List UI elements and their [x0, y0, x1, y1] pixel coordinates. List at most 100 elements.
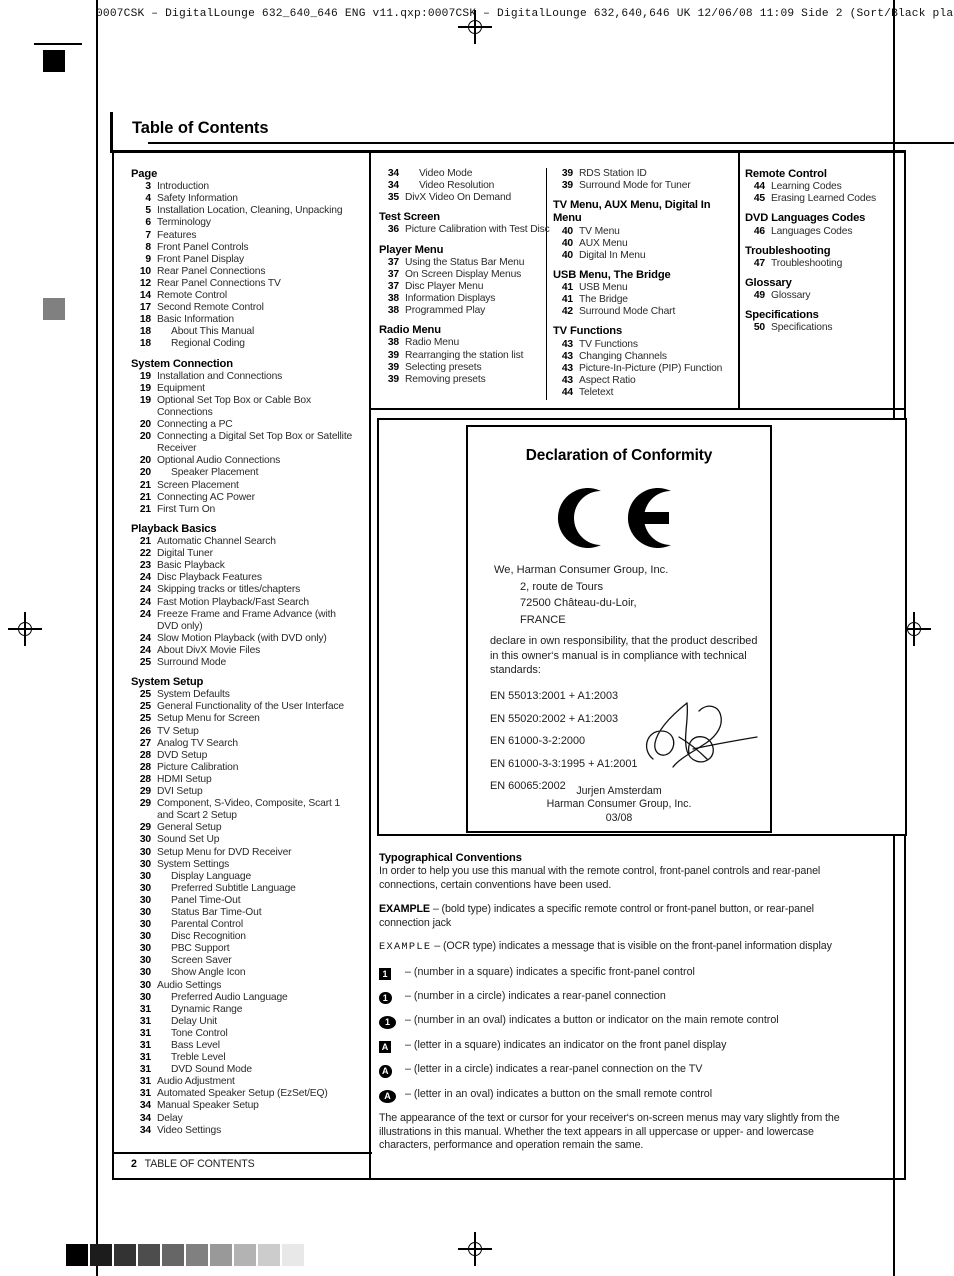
toc-entry[interactable]: 35 DivX Video On Demand — [379, 192, 551, 204]
toc-entry[interactable]: 43 Changing Channels — [553, 351, 739, 363]
toc-entry[interactable]: 37 Disc Player Menu — [379, 281, 551, 293]
toc-entry[interactable]: 27 Analog TV Search — [131, 738, 359, 750]
toc-entry[interactable]: 23 Basic Playback — [131, 560, 359, 572]
toc-entry[interactable]: 39 Removing presets — [379, 374, 551, 386]
toc-entry[interactable]: 40 TV Menu — [553, 226, 739, 238]
toc-entry[interactable]: 9 Front Panel Display — [131, 254, 359, 266]
toc-entry[interactable]: 34 Video Settings — [131, 1125, 359, 1137]
toc-entry[interactable]: 25 System Defaults — [131, 689, 359, 701]
toc-entry[interactable]: 30 Show Angle Icon — [131, 967, 359, 979]
toc-entry[interactable]: 30 Panel Time-Out — [131, 895, 359, 907]
toc-entry[interactable]: 43 Picture-In-Picture (PIP) Function — [553, 363, 739, 375]
toc-entry[interactable]: 41 USB Menu — [553, 282, 739, 294]
toc-entry[interactable]: 4 Safety Information — [131, 193, 359, 205]
toc-entry[interactable]: 39 Rearranging the station list — [379, 350, 551, 362]
toc-entry[interactable]: 21 Screen Placement — [131, 480, 359, 492]
toc-entry[interactable]: 38 Radio Menu — [379, 337, 551, 349]
toc-entry[interactable]: 25 Surround Mode — [131, 657, 359, 669]
toc-entry[interactable]: 29 DVI Setup — [131, 786, 359, 798]
toc-entry[interactable]: 31 Bass Level — [131, 1040, 359, 1052]
toc-entry[interactable]: 8 Front Panel Controls — [131, 242, 359, 254]
toc-entry[interactable]: 50 Specifications — [745, 322, 920, 334]
toc-entry[interactable]: 24 Disc Playback Features — [131, 572, 359, 584]
toc-entry[interactable]: 31 Delay Unit — [131, 1016, 359, 1028]
toc-entry[interactable]: 19 Equipment — [131, 383, 359, 395]
toc-entry[interactable]: 20 Connecting a Digital Set Top Box or Sa… — [131, 431, 359, 455]
toc-entry[interactable]: 21 Automatic Channel Search — [131, 536, 359, 548]
toc-entry[interactable]: 37 On Screen Display Menus — [379, 269, 551, 281]
toc-entry[interactable]: 49 Glossary — [745, 290, 920, 302]
toc-entry[interactable]: 26 TV Setup — [131, 726, 359, 738]
toc-entry[interactable]: 7 Features — [131, 230, 359, 242]
toc-entry[interactable]: 31 Treble Level — [131, 1052, 359, 1064]
toc-entry[interactable]: 47 Troubleshooting — [745, 258, 920, 270]
toc-entry[interactable]: 31 Tone Control — [131, 1028, 359, 1040]
toc-entry[interactable]: 38 Programmed Play — [379, 305, 551, 317]
toc-entry[interactable]: 39 Surround Mode for Tuner — [553, 180, 739, 192]
toc-entry[interactable]: 28 DVD Setup — [131, 750, 359, 762]
toc-entry[interactable]: 34 Delay — [131, 1113, 359, 1125]
toc-entry[interactable]: 30 Sound Set Up — [131, 834, 359, 846]
toc-entry[interactable]: 3 Introduction — [131, 181, 359, 193]
toc-entry[interactable]: 30 Preferred Audio Language — [131, 992, 359, 1004]
toc-entry[interactable]: 30 Display Language — [131, 871, 359, 883]
toc-entry[interactable]: 21 First Turn On — [131, 504, 359, 516]
toc-entry[interactable]: 40 Digital In Menu — [553, 250, 739, 262]
toc-entry[interactable]: 6 Terminology — [131, 217, 359, 229]
toc-entry[interactable]: 44 Learning Codes — [745, 181, 920, 193]
toc-entry[interactable]: 31 Dynamic Range — [131, 1004, 359, 1016]
toc-entry[interactable]: 28 HDMI Setup — [131, 774, 359, 786]
toc-entry[interactable]: 40 AUX Menu — [553, 238, 739, 250]
toc-entry[interactable]: 10 Rear Panel Connections — [131, 266, 359, 278]
toc-entry[interactable]: 5 Installation Location, Cleaning, Unpack… — [131, 205, 359, 217]
toc-entry[interactable]: 31 Automated Speaker Setup (EzSet/EQ) — [131, 1088, 359, 1100]
toc-entry[interactable]: 41 The Bridge — [553, 294, 739, 306]
toc-entry[interactable]: 14 Remote Control — [131, 290, 359, 302]
toc-entry[interactable]: 30 Setup Menu for DVD Receiver — [131, 847, 359, 859]
toc-entry[interactable]: 39 RDS Station ID — [553, 168, 739, 180]
toc-entry[interactable]: 18 About This Manual — [131, 326, 359, 338]
toc-entry[interactable]: 38 Information Displays — [379, 293, 551, 305]
toc-entry[interactable]: 30 Parental Control — [131, 919, 359, 931]
toc-entry[interactable]: 34 Manual Speaker Setup — [131, 1100, 359, 1112]
toc-entry[interactable]: 30 System Settings — [131, 859, 359, 871]
toc-entry[interactable]: 20 Optional Audio Connections — [131, 455, 359, 467]
toc-entry[interactable]: 12 Rear Panel Connections TV — [131, 278, 359, 290]
toc-entry[interactable]: 30 Audio Settings — [131, 980, 359, 992]
toc-entry[interactable]: 29 General Setup — [131, 822, 359, 834]
toc-entry[interactable]: 22 Digital Tuner — [131, 548, 359, 560]
toc-entry[interactable]: 20 Speaker Placement — [131, 467, 359, 479]
toc-entry[interactable]: 29 Component, S-Video, Composite, Scart 1… — [131, 798, 359, 822]
toc-entry[interactable]: 19 Optional Set Top Box or Cable Box Conn… — [131, 395, 359, 419]
toc-entry[interactable]: 18 Basic Information — [131, 314, 359, 326]
toc-entry[interactable]: 24 Fast Motion Playback/Fast Search — [131, 597, 359, 609]
toc-entry[interactable]: 30 Screen Saver — [131, 955, 359, 967]
toc-entry[interactable]: 43 Aspect Ratio — [553, 375, 739, 387]
toc-entry[interactable]: 34 Video Mode — [379, 168, 551, 180]
toc-entry[interactable]: 19 Installation and Connections — [131, 371, 359, 383]
toc-entry[interactable]: 37 Using the Status Bar Menu — [379, 257, 551, 269]
toc-entry[interactable]: 24 Slow Motion Playback (with DVD only) — [131, 633, 359, 645]
toc-entry[interactable]: 39 Selecting presets — [379, 362, 551, 374]
toc-entry[interactable]: 20 Connecting a PC — [131, 419, 359, 431]
toc-entry[interactable]: 18 Regional Coding — [131, 338, 359, 350]
toc-entry[interactable]: 30 Preferred Subtitle Language — [131, 883, 359, 895]
toc-entry[interactable]: 30 PBC Support — [131, 943, 359, 955]
toc-entry[interactable]: 46 Languages Codes — [745, 226, 920, 238]
toc-entry[interactable]: 31 DVD Sound Mode — [131, 1064, 359, 1076]
toc-entry[interactable]: 44 Teletext — [553, 387, 739, 399]
toc-entry[interactable]: 25 General Functionality of the User Inte… — [131, 701, 359, 713]
toc-entry[interactable]: 28 Picture Calibration — [131, 762, 359, 774]
toc-entry[interactable]: 24 About DivX Movie Files — [131, 645, 359, 657]
toc-entry[interactable]: 42 Surround Mode Chart — [553, 306, 739, 318]
toc-entry[interactable]: 24 Skipping tracks or titles/chapters — [131, 584, 359, 596]
toc-entry[interactable]: 36 Picture Calibration with Test Disc — [379, 224, 551, 236]
toc-entry[interactable]: 25 Setup Menu for Screen — [131, 713, 359, 725]
toc-entry[interactable]: 45 Erasing Learned Codes — [745, 193, 920, 205]
toc-entry[interactable]: 24 Freeze Frame and Frame Advance (with D… — [131, 609, 359, 633]
toc-entry[interactable]: 34 Video Resolution — [379, 180, 551, 192]
toc-entry[interactable]: 30 Disc Recognition — [131, 931, 359, 943]
toc-entry[interactable]: 17 Second Remote Control — [131, 302, 359, 314]
toc-entry[interactable]: 21 Connecting AC Power — [131, 492, 359, 504]
toc-entry[interactable]: 43 TV Functions — [553, 339, 739, 351]
